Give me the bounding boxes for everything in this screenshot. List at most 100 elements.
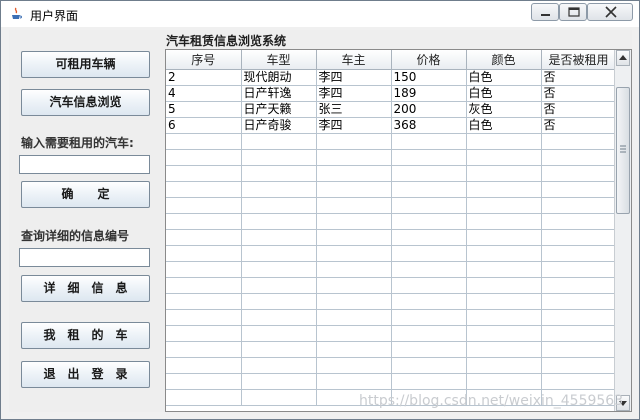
empty-table-row[interactable] bbox=[166, 293, 617, 310]
empty-table-row[interactable] bbox=[166, 261, 617, 278]
table-cell[interactable] bbox=[466, 357, 542, 374]
table-cell[interactable] bbox=[466, 277, 542, 294]
table-cell[interactable] bbox=[466, 213, 542, 230]
table-row[interactable]: 2 现代朗动 李四 150 白色否 bbox=[166, 69, 617, 86]
vertical-scrollbar[interactable] bbox=[614, 50, 631, 411]
scroll-thumb[interactable] bbox=[616, 87, 630, 214]
table-cell[interactable]: 现代朗动 bbox=[241, 69, 317, 86]
table-cell[interactable] bbox=[241, 245, 317, 262]
empty-table-row[interactable] bbox=[166, 341, 617, 358]
table-cell[interactable] bbox=[241, 277, 317, 294]
empty-table-row[interactable] bbox=[166, 309, 617, 326]
empty-table-row[interactable] bbox=[166, 149, 617, 166]
table-cell[interactable] bbox=[316, 373, 392, 390]
table-cell[interactable] bbox=[316, 325, 392, 342]
close-button[interactable] bbox=[587, 3, 633, 21]
table-cell[interactable]: 189 bbox=[391, 85, 467, 102]
table-cell[interactable] bbox=[391, 149, 467, 166]
table-cell[interactable]: 6 bbox=[166, 117, 242, 134]
table-cell[interactable] bbox=[241, 373, 317, 390]
table-cell[interactable] bbox=[466, 165, 542, 182]
table-cell[interactable] bbox=[541, 229, 617, 246]
table-cell[interactable] bbox=[241, 181, 317, 198]
table-cell[interactable] bbox=[391, 261, 467, 278]
empty-table-row[interactable] bbox=[166, 133, 617, 150]
scroll-up-arrow[interactable] bbox=[616, 50, 630, 66]
empty-table-row[interactable] bbox=[166, 197, 617, 214]
table-cell[interactable]: 4 bbox=[166, 85, 242, 102]
table-cell[interactable] bbox=[166, 293, 242, 310]
table-cell[interactable]: 否 bbox=[541, 85, 617, 102]
table-cell[interactable] bbox=[166, 341, 242, 358]
table-cell[interactable] bbox=[241, 389, 317, 406]
table-cell[interactable] bbox=[391, 197, 467, 214]
maximize-button[interactable] bbox=[559, 3, 587, 21]
table-cell[interactable] bbox=[166, 213, 242, 230]
table-cell[interactable]: 否 bbox=[541, 69, 617, 86]
my-cars-button[interactable]: 我 租 的 车 bbox=[21, 322, 150, 349]
table-cell[interactable] bbox=[241, 325, 317, 342]
table-cell[interactable] bbox=[166, 309, 242, 326]
table-cell[interactable]: 5 bbox=[166, 101, 242, 118]
empty-table-row[interactable] bbox=[166, 373, 617, 390]
table-cell[interactable] bbox=[166, 357, 242, 374]
car-table-scrollpane[interactable]: 序号 车型 车主 价格 颜色 是否被租用 2 现代朗动 李四 150 白色否 4 日产轩逸李… bbox=[165, 49, 632, 412]
table-cell[interactable] bbox=[391, 213, 467, 230]
table-cell[interactable] bbox=[541, 181, 617, 198]
table-cell[interactable] bbox=[316, 229, 392, 246]
table-cell[interactable] bbox=[541, 341, 617, 358]
table-cell[interactable] bbox=[541, 133, 617, 150]
table-cell[interactable] bbox=[166, 165, 242, 182]
table-cell[interactable] bbox=[466, 149, 542, 166]
table-cell[interactable] bbox=[391, 165, 467, 182]
table-cell[interactable]: 日产天籁 bbox=[241, 101, 317, 118]
minimize-button[interactable] bbox=[531, 3, 559, 21]
table-cell[interactable]: 李四 bbox=[316, 117, 392, 134]
table-cell[interactable] bbox=[316, 341, 392, 358]
table-cell[interactable]: 否 bbox=[541, 117, 617, 134]
table-cell[interactable] bbox=[316, 149, 392, 166]
logout-button[interactable]: 退 出 登 录 bbox=[21, 361, 150, 388]
table-cell[interactable]: 否 bbox=[541, 101, 617, 118]
empty-table-row[interactable] bbox=[166, 325, 617, 342]
table-cell[interactable]: 368 bbox=[391, 117, 467, 134]
table-cell[interactable]: 150 bbox=[391, 69, 467, 86]
table-cell[interactable]: 李四 bbox=[316, 85, 392, 102]
table-cell[interactable] bbox=[316, 245, 392, 262]
empty-table-row[interactable] bbox=[166, 165, 617, 182]
table-cell[interactable] bbox=[316, 181, 392, 198]
table-cell[interactable]: 日产轩逸 bbox=[241, 85, 317, 102]
table-cell[interactable] bbox=[166, 389, 242, 406]
table-cell[interactable] bbox=[166, 229, 242, 246]
table-cell[interactable] bbox=[316, 261, 392, 278]
table-cell[interactable] bbox=[541, 149, 617, 166]
table-cell[interactable] bbox=[316, 309, 392, 326]
empty-table-row[interactable] bbox=[166, 229, 617, 246]
table-row[interactable]: 4 日产轩逸 李四 189 白色否 bbox=[166, 85, 617, 102]
table-cell[interactable] bbox=[391, 133, 467, 150]
table-cell[interactable] bbox=[316, 197, 392, 214]
table-cell[interactable] bbox=[241, 229, 317, 246]
available-cars-button[interactable]: 可租用车辆 bbox=[21, 51, 150, 78]
table-cell[interactable] bbox=[166, 261, 242, 278]
rent-car-input[interactable] bbox=[19, 155, 150, 174]
table-cell[interactable] bbox=[166, 325, 242, 342]
table-cell[interactable] bbox=[391, 341, 467, 358]
table-cell[interactable] bbox=[166, 181, 242, 198]
table-cell[interactable] bbox=[166, 373, 242, 390]
table-cell[interactable] bbox=[391, 357, 467, 374]
table-cell[interactable] bbox=[241, 197, 317, 214]
column-header[interactable]: 是否被租用 bbox=[541, 50, 617, 70]
table-cell[interactable] bbox=[316, 357, 392, 374]
table-cell[interactable] bbox=[466, 341, 542, 358]
column-header[interactable]: 车型 bbox=[241, 50, 317, 70]
table-cell[interactable] bbox=[541, 277, 617, 294]
table-cell[interactable] bbox=[166, 245, 242, 262]
table-cell[interactable] bbox=[391, 373, 467, 390]
table-cell[interactable] bbox=[241, 133, 317, 150]
table-cell[interactable] bbox=[241, 165, 317, 182]
column-header[interactable]: 车主 bbox=[316, 50, 392, 70]
table-cell[interactable]: 白色 bbox=[466, 117, 542, 134]
table-cell[interactable]: 200 bbox=[391, 101, 467, 118]
table-cell[interactable] bbox=[316, 293, 392, 310]
